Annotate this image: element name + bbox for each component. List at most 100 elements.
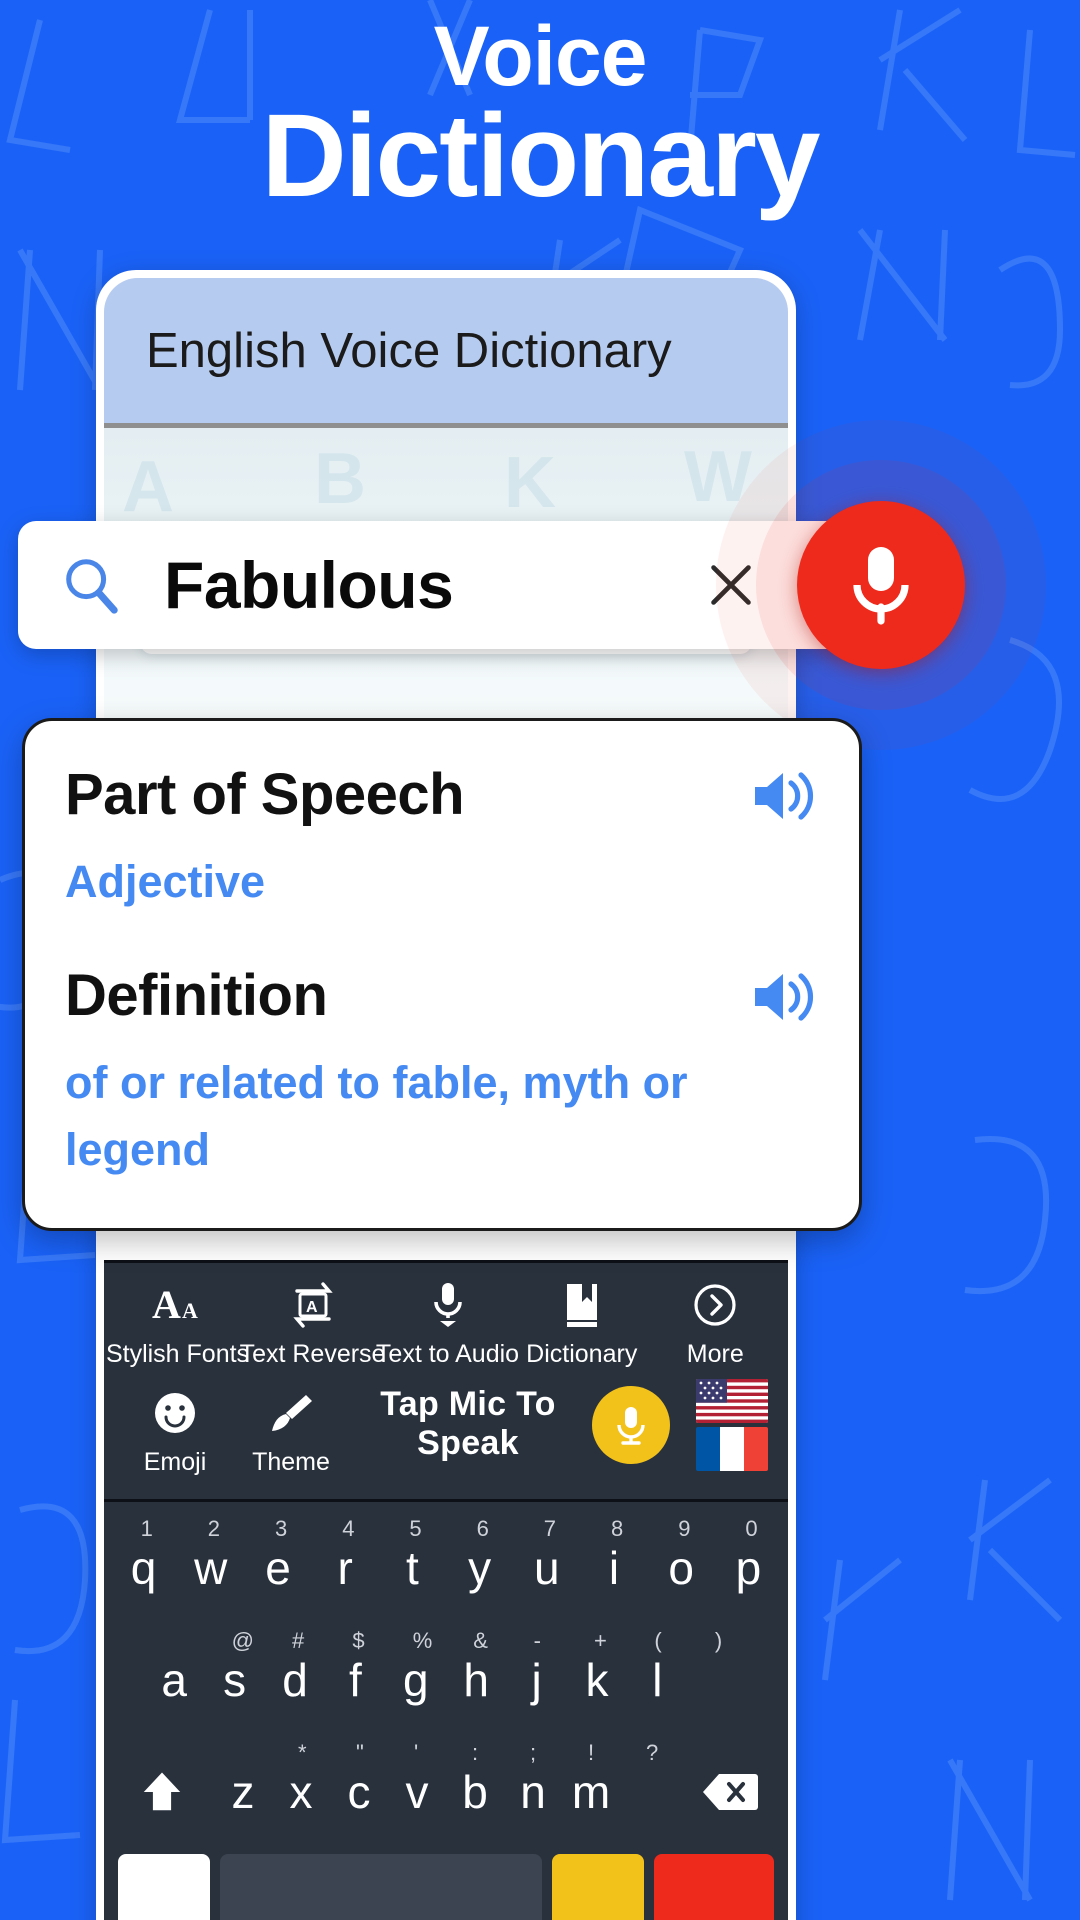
tool-label: Emoji [143,1448,207,1476]
voice-search-button[interactable] [797,501,965,669]
keyboard-key[interactable]: # d [265,1624,325,1736]
tool-emoji[interactable]: Emoji [122,1387,228,1477]
keyboard-key[interactable]: 6y [446,1512,513,1624]
keyboard-key[interactable]: (l [627,1624,687,1736]
close-icon[interactable] [700,554,762,616]
keyboard-key-hint: * [298,1740,307,1765]
tool-theme[interactable]: Theme [238,1387,344,1477]
keyboard-key[interactable]: ; n [504,1736,562,1848]
language-flags[interactable] [696,1379,768,1471]
keyboard-key-label: k [585,1654,609,1706]
hero-title: Voice Dictionary [0,9,1080,216]
keyboard-key[interactable]: :b [446,1736,504,1848]
keyboard-key-hint: 0 [745,1516,758,1541]
search-bar[interactable]: Fabulous [18,521,878,649]
keyboard-key[interactable]: @ s [204,1624,264,1736]
keyboard-key-hint: 5 [409,1516,422,1541]
keyboard-key[interactable]: 9o [648,1512,715,1624]
keyboard-key-label: m [571,1766,611,1818]
keyboard-key[interactable]: 3e [244,1512,311,1624]
keyboard-key[interactable]: ? [620,1736,678,1848]
speak-part-of-speech-button[interactable] [749,767,821,830]
keyboard-key-hint: 2 [207,1516,221,1541]
keyboard-key-label: q [130,1542,157,1594]
keyboard-key[interactable]: $ f [325,1624,385,1736]
tool-text-to-audio[interactable]: Text to Audio [376,1279,519,1369]
result-card: Part of Speech Adjective Definition of o… [22,718,862,1231]
keyboard-key-label: a [161,1654,187,1706]
keyboard-key[interactable]: z [214,1736,272,1848]
keyboard-key[interactable]: % g [386,1624,446,1736]
text-reverse-icon: A [292,1282,333,1328]
tool-label: Text Reverse [239,1340,386,1368]
keyboard-row-3-letters: z * x " c ' v: b; n! m? [214,1736,678,1848]
keyboard-key-hint: 4 [342,1516,355,1541]
keyboard-key-label: n [520,1766,546,1818]
keyboard-hint: Tap Mic To Speak [380,1385,556,1462]
keyboard-key-label: l [652,1654,663,1706]
keyboard-bottom-row [110,1848,782,1920]
keyboard-key-hint: - [533,1628,541,1653]
watermark-letter: K [504,443,556,523]
keyboard-key-label: x [289,1766,313,1818]
tool-dictionary[interactable]: Dictionary [515,1279,649,1369]
keyboard-toolbar-row-1: A A Stylish Fonts A Text Reverse Text to… [104,1279,788,1369]
part-of-speech-label: Part of Speech [65,762,465,827]
tool-label: Theme [252,1448,330,1476]
keyboard-key-hint: " [356,1740,364,1765]
keyboard-key-label: s [223,1654,247,1706]
keyboard-key-hint: 6 [476,1516,489,1541]
tool-more[interactable]: More [649,1279,783,1369]
keyboard-key[interactable]: * x [272,1736,330,1848]
tool-stylish-fonts[interactable]: A A Stylish Fonts [106,1279,249,1369]
keyboard-key[interactable]: + k [567,1624,627,1736]
definition-value: of or related to fable, myth or legend [65,1056,688,1176]
keyboard-key[interactable]: 1q [110,1512,177,1624]
keyboard-key-hint: + [594,1628,607,1653]
keyboard-key[interactable]: 0p [715,1512,782,1624]
speak-definition-button[interactable] [749,968,821,1031]
keyboard-key-label: u [534,1542,560,1594]
hero-line-1: Voice [433,9,648,103]
keyboard-key[interactable]: 7u [513,1512,580,1624]
definition-label: Definition [65,962,328,1028]
app-bar: English Voice Dictionary [104,278,788,428]
emoji-key[interactable] [552,1854,644,1920]
keyboard-key-hint: 3 [274,1516,288,1541]
keyboard-key[interactable]: & h [446,1624,506,1736]
keyboard-key-label: t [406,1542,419,1594]
keyboard-key[interactable]: ) [688,1624,748,1736]
france-flag-icon[interactable] [696,1427,768,1471]
keyboard-mic-button[interactable] [592,1386,670,1464]
keyboard-key-label: r [337,1542,353,1594]
enter-key[interactable] [654,1854,774,1920]
keyboard-key-hint: $ [352,1628,365,1653]
search-input-value[interactable]: Fabulous [164,547,454,623]
keyboard-row-3: z * x " c ' v: b; n! m? [110,1736,782,1848]
keyboard-key[interactable]: a [144,1624,204,1736]
keyboard-key[interactable]: 4r [312,1512,379,1624]
keyboard-key[interactable]: 8i [580,1512,647,1624]
keyboard-key[interactable]: ' v [388,1736,446,1848]
keyboard-key[interactable]: ! m [562,1736,620,1848]
search-icon[interactable] [60,554,122,616]
smiley-icon [155,1393,195,1433]
keyboard-key-hint: 7 [543,1516,557,1541]
part-of-speech-value: Adjective [65,856,266,907]
numbers-key[interactable] [118,1854,210,1920]
us-flag-icon[interactable] [696,1379,768,1423]
space-key[interactable] [220,1854,542,1920]
shift-key[interactable] [110,1736,214,1848]
keyboard-key-hint: 1 [140,1516,153,1541]
backspace-key[interactable] [678,1736,782,1848]
keyboard-key[interactable]: " c [330,1736,388,1848]
tool-text-reverse[interactable]: A Text Reverse [240,1279,385,1369]
keyboard-key[interactable]: 5t [379,1512,446,1624]
keyboard-key[interactable]: 2w [177,1512,244,1624]
keyboard-row-1: 1q2w3e4r5t6y7u8i9o0p [110,1512,782,1624]
microphone-icon [617,1407,645,1445]
svg-text:A: A [182,1298,198,1323]
keyboard-key-label: o [668,1542,694,1594]
keyboard-key-hint: @ [231,1628,254,1653]
keyboard-key[interactable]: -j [506,1624,566,1736]
